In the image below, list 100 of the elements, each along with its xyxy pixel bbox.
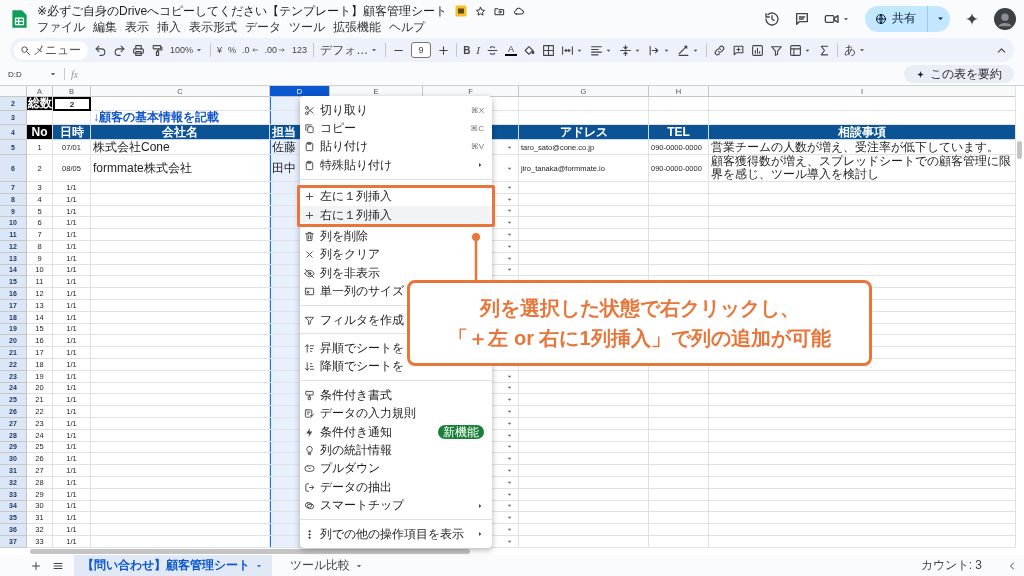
decrease-decimal-button[interactable]: .0 (242, 45, 259, 55)
filter-icon (304, 314, 315, 326)
redo-icon[interactable] (113, 43, 126, 57)
count-text: カウント: 3 (920, 557, 982, 574)
menu-entry[interactable]: ツール (289, 19, 325, 34)
table-cell (649, 205, 709, 218)
add-comment-icon[interactable] (732, 43, 746, 57)
chart-icon[interactable] (751, 43, 765, 57)
menu-item[interactable]: データの抽出 (300, 478, 492, 497)
font-size-field[interactable]: 9 (411, 42, 432, 58)
folder-icon[interactable] (494, 5, 506, 17)
arrow-out-icon (304, 481, 315, 493)
table-cell (649, 193, 709, 206)
arrow-icon (278, 46, 287, 54)
header-cell: 日時 (53, 125, 91, 140)
menu-item[interactable]: 列を削除 (300, 227, 492, 246)
table-cell (649, 535, 709, 548)
table-cell (649, 229, 709, 241)
table-cell (649, 453, 709, 466)
bold-button[interactable]: B (463, 44, 471, 56)
menu-item[interactable]: スマートチップ (300, 496, 492, 515)
header-cell: アドレス (519, 125, 649, 140)
plus-icon[interactable] (30, 559, 42, 572)
checklist-icon (304, 408, 315, 420)
sort-descending-icon (304, 361, 315, 373)
sheet-tab[interactable]: ツール比較 (282, 555, 372, 576)
header-cell: 会社名 (91, 125, 270, 140)
menu-item[interactable]: データの入力規則 (300, 404, 492, 423)
plus-icon (304, 191, 315, 203)
sheet-tab[interactable]: 【問い合わせ】顧客管理シート (74, 555, 272, 576)
plus-icon[interactable] (437, 43, 451, 57)
menu-entry[interactable]: 編集 (93, 19, 117, 34)
undo-icon[interactable] (94, 43, 107, 57)
scrollbar-thumb[interactable] (30, 549, 470, 554)
history-icon[interactable] (764, 10, 780, 27)
text-rotation-icon (677, 43, 691, 57)
menu-item[interactable]: 左に１列挿入 (300, 187, 492, 206)
scissors-icon (304, 104, 315, 116)
scrollbar-thumb[interactable] (1017, 141, 1022, 159)
link-icon[interactable] (713, 43, 727, 57)
fx-label: fx (71, 68, 79, 80)
summarize-button[interactable]: この表を要約 (904, 65, 1014, 83)
menu-item[interactable]: 列をクリア (300, 245, 492, 265)
document-title[interactable]: ※必ずご自身のDriveへコピーしてください【テンプレート】顧客管理シート (37, 3, 448, 19)
trash-icon (304, 231, 315, 243)
italic-button[interactable]: I (476, 44, 481, 56)
header-cell: 相談事項 (709, 125, 1015, 140)
globe-icon (875, 12, 887, 25)
font-dropdown[interactable]: デフォ… (320, 41, 380, 59)
text-color-button[interactable]: A (505, 44, 518, 56)
table-cell: 総数 (27, 97, 53, 111)
filter-icon[interactable] (770, 43, 784, 57)
menu-entry[interactable]: データ (245, 19, 281, 34)
menu-entry[interactable]: 表示形式 (189, 19, 237, 34)
search-field[interactable]: メニュー (14, 40, 88, 60)
zoom-dropdown[interactable]: 100% (170, 45, 205, 55)
star-icon[interactable] (475, 5, 487, 17)
menu-entry[interactable]: 挿入 (157, 19, 181, 34)
shortcut-text: ⌘V (470, 142, 484, 152)
printer-icon[interactable] (132, 43, 145, 57)
menu-item[interactable]: 右に１列挿入 (300, 205, 492, 225)
menu-item[interactable]: プルダウン (300, 459, 492, 479)
input-tools-button[interactable]: あ (844, 41, 868, 59)
table-icon (789, 43, 803, 57)
merge-cells-icon (561, 43, 575, 57)
number-format-button[interactable]: 123 (292, 45, 308, 55)
shortcut-text: ⌘C (470, 124, 484, 134)
borders-icon[interactable] (542, 43, 556, 57)
avatar-icon[interactable] (994, 7, 1016, 30)
menu-item[interactable]: 列を非表示 (300, 264, 492, 283)
menu-item[interactable]: 条件付き書式 (300, 386, 492, 405)
name-box[interactable]: D:D (8, 69, 48, 79)
share-button[interactable]: 共有 (865, 5, 950, 32)
menu-entry[interactable]: ヘルプ (389, 19, 425, 34)
currency-button[interactable]: ¥ (217, 45, 223, 55)
corner-cell[interactable] (0, 86, 27, 97)
cloud-icon[interactable] (513, 5, 526, 17)
menu-entry[interactable]: 拡張機能 (333, 19, 381, 34)
menu-entry[interactable]: 表示 (125, 19, 149, 34)
menu-entry[interactable]: ファイル (37, 19, 85, 34)
table-cell (649, 429, 709, 442)
menu-item[interactable]: 降順でシートを (300, 357, 492, 377)
table-cell (649, 441, 709, 454)
menu-item[interactable]: 列の統計情報 (300, 441, 492, 460)
badge-icon[interactable] (455, 5, 468, 17)
paint-format-icon[interactable] (151, 43, 164, 57)
percent-button[interactable]: % (228, 45, 237, 55)
table-cell (649, 524, 709, 536)
paint-bucket-icon[interactable] (523, 43, 537, 57)
table-cell (649, 97, 709, 111)
menu-item[interactable]: 列での他の操作項目を表示 (300, 524, 492, 544)
strikethrough-icon[interactable] (486, 43, 500, 57)
shortcut-text: ⌘X (470, 105, 484, 115)
vertical-align-icon (619, 43, 633, 57)
comment-icon[interactable] (794, 10, 810, 27)
table-cell (649, 488, 709, 501)
table-cell (649, 370, 709, 383)
menu-item[interactable]: 切り取り ⌘X (300, 101, 492, 120)
increase-decimal-button[interactable]: .00 (264, 45, 287, 55)
menu-item[interactable]: 条件付き通知 新機能 (300, 422, 492, 442)
